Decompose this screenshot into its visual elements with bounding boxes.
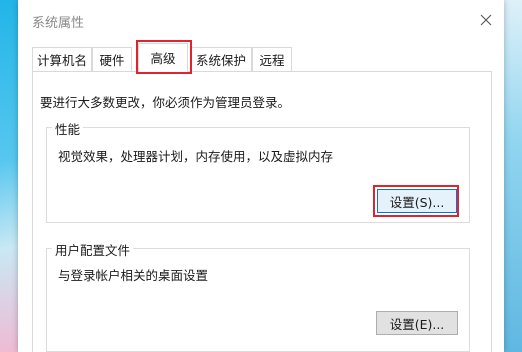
user-profiles-description: 与登录帐户相关的桌面设置 [58, 268, 209, 283]
tab-computer-name[interactable]: 计算机名 [32, 47, 92, 71]
tab-advanced[interactable]: 高级 [138, 43, 188, 72]
system-properties-dialog: 系统属性 计算机名 硬件 高级 系统保护 远程 要进行大多数更改，你必须作为管理… [18, 0, 504, 352]
user-profiles-settings-label: 设置(E)... [389, 316, 445, 332]
title-bar[interactable]: 系统属性 [18, 0, 504, 40]
performance-group-title: 性能 [52, 119, 84, 138]
close-icon [480, 14, 492, 26]
tab-label: 硬件 [99, 53, 125, 68]
close-button[interactable] [472, 6, 500, 34]
performance-description: 视觉效果，处理器计划，内存使用，以及虚拟内存 [58, 149, 334, 164]
performance-settings-label: 设置(S)... [389, 194, 445, 210]
tab-label: 系统保护 [195, 53, 246, 68]
performance-settings-button[interactable]: 设置(S)... [377, 189, 457, 213]
tab-hardware[interactable]: 硬件 [92, 47, 132, 71]
tab-label: 高级 [150, 51, 176, 66]
user-profiles-settings-button[interactable]: 设置(E)... [376, 311, 458, 335]
user-profiles-group-title: 用户配置文件 [52, 240, 134, 259]
tab-system-protection[interactable]: 系统保护 [190, 47, 252, 71]
user-profiles-group [46, 248, 470, 352]
admin-notice: 要进行大多数更改，你必须作为管理员登录。 [40, 95, 291, 110]
tab-label: 计算机名 [36, 53, 87, 68]
window-title: 系统属性 [32, 16, 85, 31]
tab-label: 远程 [259, 53, 285, 68]
tab-remote[interactable]: 远程 [252, 47, 292, 71]
